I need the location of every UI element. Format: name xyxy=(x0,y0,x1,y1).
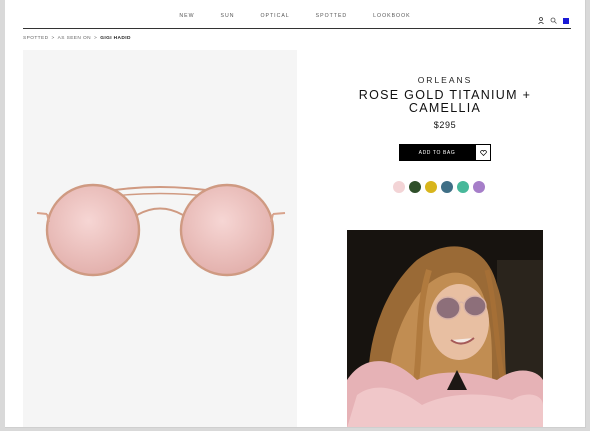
swatch-variant-4[interactable] xyxy=(441,181,453,193)
account-icon[interactable] xyxy=(538,11,544,29)
nav-divider xyxy=(23,28,571,29)
product-info: ORLEANS ROSE GOLD TITANIUM + CAMELLIA $2… xyxy=(350,75,540,130)
breadcrumb: SPOTTED > AS SEEN ON > GIGI HADID xyxy=(23,36,131,41)
swatch-variant-2[interactable] xyxy=(409,181,421,193)
search-icon[interactable] xyxy=(550,11,557,29)
nav-item-optical[interactable]: OPTICAL xyxy=(247,8,302,24)
nav-item-spotted[interactable]: SPOTTED xyxy=(303,8,361,24)
breadcrumb-separator: > xyxy=(94,36,98,41)
bag-icon[interactable] xyxy=(563,11,569,29)
swatch-variant-5[interactable] xyxy=(457,181,469,193)
breadcrumb-as-seen-on[interactable]: AS SEEN ON xyxy=(58,36,91,41)
breadcrumb-spotted[interactable]: SPOTTED xyxy=(23,36,48,41)
breadcrumb-separator: > xyxy=(51,36,55,41)
nav-item-lookbook[interactable]: LOOKBOOK xyxy=(360,8,423,24)
add-to-bag-button[interactable]: ADD TO BAG xyxy=(399,144,475,161)
nav-item-sun[interactable]: SUN xyxy=(208,8,248,24)
breadcrumb-current: GIGI HADID xyxy=(100,36,131,41)
product-price: $295 xyxy=(433,120,457,130)
purchase-actions: ADD TO BAG xyxy=(399,144,491,161)
nav-item-new[interactable]: NEW xyxy=(166,8,207,24)
swatch-variant-1[interactable] xyxy=(393,181,405,193)
product-name: ROSE GOLD TITANIUM + CAMELLIA xyxy=(358,88,532,115)
celebrity-photo-image xyxy=(347,230,543,427)
sunglasses-product-image xyxy=(36,183,286,277)
product-image-panel[interactable] xyxy=(23,50,297,427)
swatch-variant-3[interactable] xyxy=(425,181,437,193)
nav-tools xyxy=(538,11,569,29)
product-brand: ORLEANS xyxy=(417,75,473,85)
main-nav: NEW SUN OPTICAL SPOTTED LOOKBOOK xyxy=(5,8,585,24)
celebrity-photo xyxy=(347,230,543,427)
wishlist-button[interactable] xyxy=(475,144,491,161)
swatch-variant-6[interactable] xyxy=(473,181,485,193)
heart-icon xyxy=(479,149,487,156)
color-variant-swatches xyxy=(393,181,485,193)
page-frame: NEW SUN OPTICAL SPOTTED LOOKBOOK SPOTTED… xyxy=(5,0,586,428)
